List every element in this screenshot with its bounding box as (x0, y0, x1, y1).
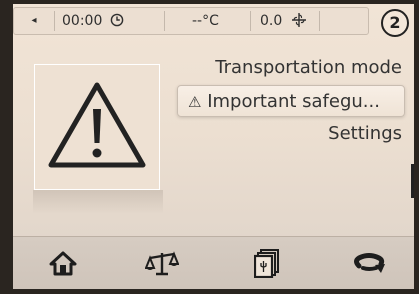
menu-item-important-safeguards[interactable]: ⚠ Important safegu... (177, 85, 405, 117)
scale-icon (145, 251, 179, 276)
home-icon (49, 251, 77, 276)
fan-icon (291, 13, 306, 27)
rotate-icon (354, 253, 385, 273)
menu-item-label: Settings (328, 123, 402, 144)
menu-item-settings[interactable]: Settings (328, 118, 402, 150)
bottom-toolbar (13, 236, 414, 289)
menu-item-label: Important safegu... (207, 91, 380, 112)
warning-triangle-icon (48, 82, 146, 168)
status-divider (319, 11, 320, 31)
status-bar: ◂ 00:00 --°C 0.0 (13, 7, 369, 35)
back-button[interactable]: ◂ (14, 8, 54, 34)
speed-status[interactable]: 0.0 (260, 8, 307, 34)
temperature-value: --°C (192, 13, 219, 29)
status-divider (250, 11, 251, 31)
illustration-reflection (33, 190, 163, 214)
timer-status[interactable]: 00:00 (62, 8, 124, 34)
temperature-status[interactable]: --°C (192, 8, 219, 34)
rotate-button[interactable] (345, 245, 393, 281)
recipes-button[interactable] (243, 245, 291, 281)
back-arrow-icon: ◂ (31, 15, 37, 26)
page-number-badge: 2 (381, 9, 409, 37)
menu-item-label: Transportation mode (215, 57, 402, 78)
scrollbar[interactable] (411, 164, 414, 198)
status-divider (164, 11, 165, 31)
warning-icon: ⚠ (188, 93, 202, 111)
timer-value: 00:00 (62, 13, 103, 29)
clock-icon (110, 13, 124, 27)
menu-item-transportation-mode[interactable]: Transportation mode (215, 52, 402, 84)
home-button[interactable] (39, 245, 87, 281)
scale-button[interactable] (138, 245, 186, 281)
speed-value: 0.0 (260, 13, 283, 29)
recipe-book-icon (254, 249, 279, 278)
status-divider (54, 11, 55, 31)
warning-illustration (34, 64, 160, 190)
device-screen: ◂ 00:00 --°C 0.0 2 Transportation mode ⚠… (13, 4, 414, 289)
